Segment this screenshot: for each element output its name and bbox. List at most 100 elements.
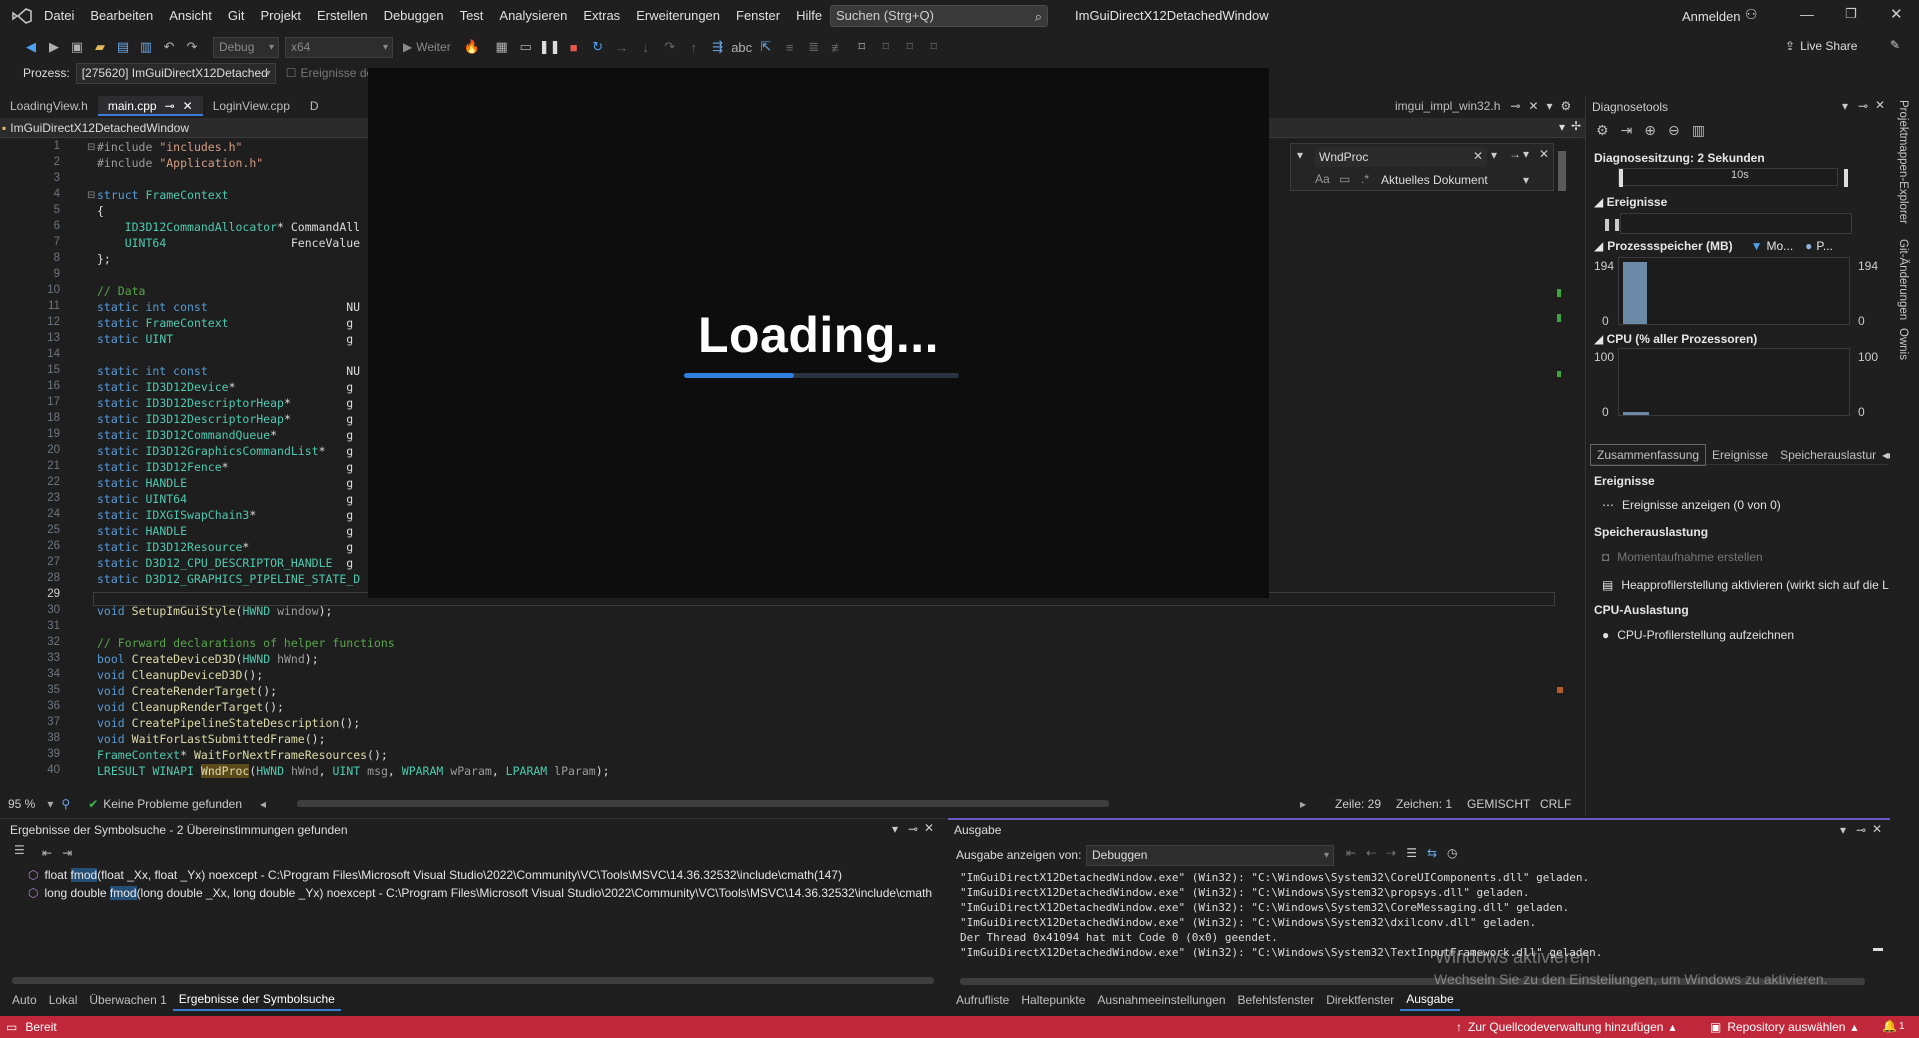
output-source-select[interactable]: Debuggen [1086,845,1334,866]
code-line[interactable]: static int const NU [97,364,360,378]
step-out-icon[interactable]: ↑ [683,36,705,58]
clear-search-icon[interactable]: ✕ [1473,149,1483,163]
find-options-icon[interactable]: ▾ [1491,148,1497,162]
git-changes-tab[interactable]: Git-Änderungen [1897,239,1909,320]
menu-item[interactable]: Test [452,8,492,23]
code-line[interactable]: }; [97,252,111,266]
code-line[interactable]: void WaitForLastSubmittedFrame(); [97,732,326,746]
bookmark-icon[interactable]: ⌑ [851,36,873,58]
tab-memory-usage[interactable]: Speicherauslastur [1774,445,1882,465]
code-line[interactable]: LRESULT WINAPI WndProc(HWND hWnd, UINT m… [97,764,610,778]
zoom-out-icon[interactable]: ⊖ [1668,122,1680,139]
code-line[interactable]: static UINT g [97,332,353,346]
horizontal-scrollbar[interactable] [12,977,934,984]
tab-immediate-window[interactable]: Direktfenster [1320,990,1400,1010]
code-line[interactable]: UINT64 FenceValue [97,236,360,250]
save-icon[interactable]: ▤ [112,36,134,58]
vertical-scrollbar[interactable] [1871,870,1885,970]
tab-more[interactable]: D [300,96,329,116]
code-line[interactable]: void CreateRenderTarget(); [97,684,277,698]
menu-item[interactable]: Analysieren [491,8,575,23]
code-line[interactable]: // Forward declarations of helper functi… [97,636,395,650]
code-line[interactable]: static ID3D12DescriptorHeap* g [97,412,353,426]
code-line[interactable]: FrameContext* WaitForNextFrameResources(… [97,748,388,762]
tab-main-cpp[interactable]: main.cpp ⊸ ✕ [97,96,203,116]
panel-dropdown-icon[interactable]: ▾ [892,822,898,836]
global-search-input[interactable]: Suchen (Strg+Q) ⌕ [830,5,1048,27]
code-line[interactable]: ID3D12CommandAllocator* CommandAll [97,220,360,234]
browser-icon[interactable]: ▦ [491,36,513,58]
find-input[interactable]: WndProc [1315,147,1487,167]
menu-item[interactable]: Projekt [253,8,309,23]
code-line[interactable]: struct FrameContext [97,188,229,202]
menu-item[interactable]: Ansicht [161,8,220,23]
close-panel-icon[interactable]: ✕ [1872,822,1882,836]
code-line[interactable]: bool CreateDeviceD3D(HWND hWnd); [97,652,319,666]
cursor-icon[interactable]: ⇱ [755,36,777,58]
code-line[interactable]: // Data [97,284,145,298]
restart-icon[interactable]: ↻ [587,36,609,58]
signin-link[interactable]: Anmelden [1682,9,1741,24]
code-line[interactable]: #include "includes.h" [97,140,242,154]
panel-dropdown-icon[interactable]: ▾ [1840,823,1846,837]
find-next-icon[interactable]: → [1509,147,1521,161]
settings-icon[interactable]: ⚙ [1561,99,1572,113]
pin-icon[interactable]: ⊸ [1858,99,1868,113]
process-select[interactable]: [275620] ImGuiDirectX12Detached [75,62,276,84]
code-line[interactable]: static ID3D12DescriptorHeap* g [97,396,353,410]
close-panel-icon[interactable]: ✕ [924,821,934,835]
code-line[interactable]: static HANDLE g [97,524,353,538]
tab-loadingview-h[interactable]: LoadingView.h [0,96,98,116]
code-line[interactable]: static ID3D12GraphicsCommandList* g [97,444,353,458]
stop-icon[interactable]: ■ [563,36,585,58]
step-into-icon[interactable]: ↓ [635,36,657,58]
scope-select[interactable]: ImGuiDirectX12DetachedWindow [10,121,189,135]
notifications-button[interactable]: 🔔 1 [1882,1019,1905,1033]
intellicode-icon[interactable]: ⚲ [61,797,70,811]
tab-locals[interactable]: Lokal [43,990,84,1010]
indent-icon[interactable]: ≡ [779,36,801,58]
expand-replace-icon[interactable]: ▾ [1297,148,1303,162]
hot-reload-icon[interactable]: 🔥 [461,36,483,58]
undo-icon[interactable]: ↶ [158,36,180,58]
chart-icon[interactable]: ▥ [1692,122,1705,139]
code-line[interactable]: static UINT64 g [97,492,353,506]
result-row[interactable]: ⬡ float fmod(float _Xx, float _Yx) noexc… [28,868,842,882]
code-line[interactable]: static FrameContext g [97,316,353,330]
pin-icon[interactable]: ⊸ [1510,99,1520,113]
regex-icon[interactable]: .* [1361,172,1369,186]
menu-item[interactable]: Datei [36,8,82,23]
code-line[interactable]: static int const NU [97,300,360,314]
account-icon[interactable]: ⚇ [1745,6,1758,23]
forward-icon[interactable]: ▶ [43,36,65,58]
code-line[interactable]: void CleanupRenderTarget(); [97,700,284,714]
add-source-control-button[interactable]: ↑ Zur Quellcodeverwaltung hinzufügen ▴ [1456,1020,1675,1034]
code-line[interactable]: static HANDLE g [97,476,353,490]
platform-select[interactable]: x64 [285,36,393,58]
problems-status[interactable]: Keine Probleme gefunden [103,797,242,811]
menu-item[interactable]: Hilfe [788,8,830,23]
pin-icon[interactable]: ⊸ [908,822,918,836]
layout-icon[interactable]: ▭ [515,36,537,58]
code-line[interactable]: static ID3D12CommandQueue* g [97,428,353,442]
uncomment-icon[interactable]: ≢ [827,36,849,58]
events-checkbox-icon[interactable]: ☐ [286,66,297,80]
line-indicator[interactable]: Zeile: 29 [1335,797,1381,811]
tab-watch-1[interactable]: Überwachen 1 [83,990,172,1010]
match-case-icon[interactable]: Aa [1315,172,1330,186]
show-events-link[interactable]: ⋯ Ereignisse anzeigen (0 von 0) [1602,498,1781,512]
spellcheck-icon[interactable]: abc [731,36,753,58]
heap-profiling-toggle[interactable]: ▤ Heapprofilerstellung aktivieren (wirkt … [1602,578,1889,592]
restore-button[interactable]: ❐ [1845,6,1857,22]
menu-item[interactable]: Debuggen [376,8,452,23]
menu-item[interactable]: Erweiterungen [628,8,728,23]
cpu-graph[interactable] [1618,348,1850,416]
find-message-icon[interactable]: ⇤ [1346,846,1356,860]
code-line[interactable]: #include "Application.h" [97,156,263,170]
tab-list-dropdown-icon[interactable]: ▾ [1547,99,1553,113]
tab-imgui-impl-win32-h[interactable]: imgui_impl_win32.h [1393,96,1502,116]
show-next-statement-icon[interactable]: → [611,36,633,58]
new-project-icon[interactable]: ▣ [66,36,88,58]
tab-call-stack[interactable]: Aufrufliste [950,990,1015,1010]
tab-breakpoints[interactable]: Haltepunkte [1015,990,1091,1010]
